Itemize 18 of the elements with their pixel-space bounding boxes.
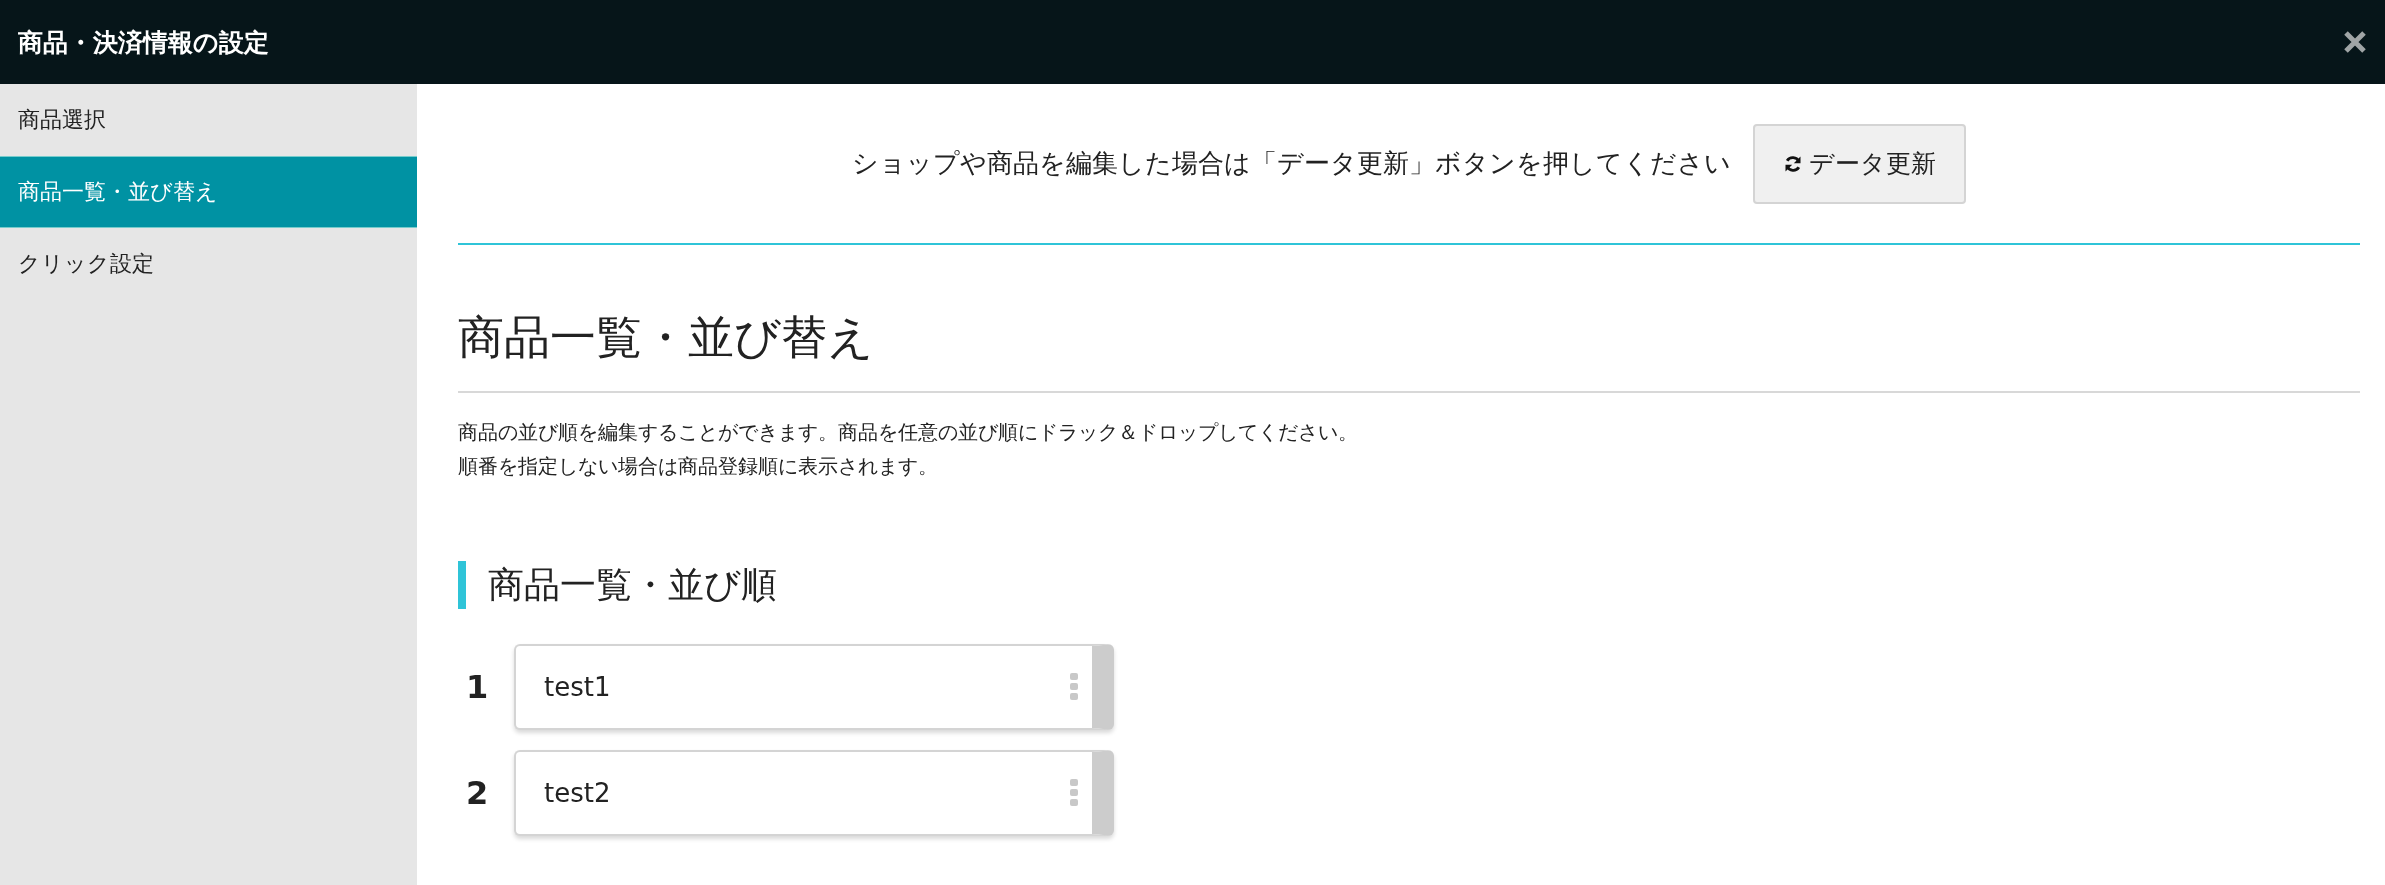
- sidebar-item[interactable]: 商品一覧・並び替え: [0, 156, 417, 228]
- sortable-item[interactable]: test2: [514, 750, 1114, 836]
- close-icon[interactable]: [2343, 30, 2367, 54]
- drag-handle-icon[interactable]: [1070, 673, 1078, 701]
- notice-text: ショップや商品を編集した場合は「データ更新」ボタンを押してください: [852, 147, 1731, 180]
- description-text: 商品の並び順を編集することができます。商品を任意の並び順にドラック＆ドロップしてください。: [458, 419, 1359, 446]
- refresh-button[interactable]: データ更新: [1753, 123, 1966, 204]
- section-heading: 商品一覧・並び順: [458, 561, 2360, 609]
- drag-handle-icon[interactable]: [1070, 779, 1078, 807]
- sidebar-item[interactable]: クリック設定: [0, 228, 417, 300]
- order-number: 1: [465, 668, 490, 706]
- description-text: 順番を指定しない場合は商品登録順に表示されます。: [458, 453, 939, 480]
- window-title: 商品・決済情報の設定: [18, 26, 269, 59]
- refresh-icon: [1783, 153, 1803, 174]
- order-number: 2: [465, 774, 490, 812]
- sidebar-item[interactable]: 商品選択: [0, 84, 417, 156]
- page-heading: 商品一覧・並び替え: [458, 307, 2360, 393]
- sortable-item[interactable]: test1: [514, 644, 1114, 730]
